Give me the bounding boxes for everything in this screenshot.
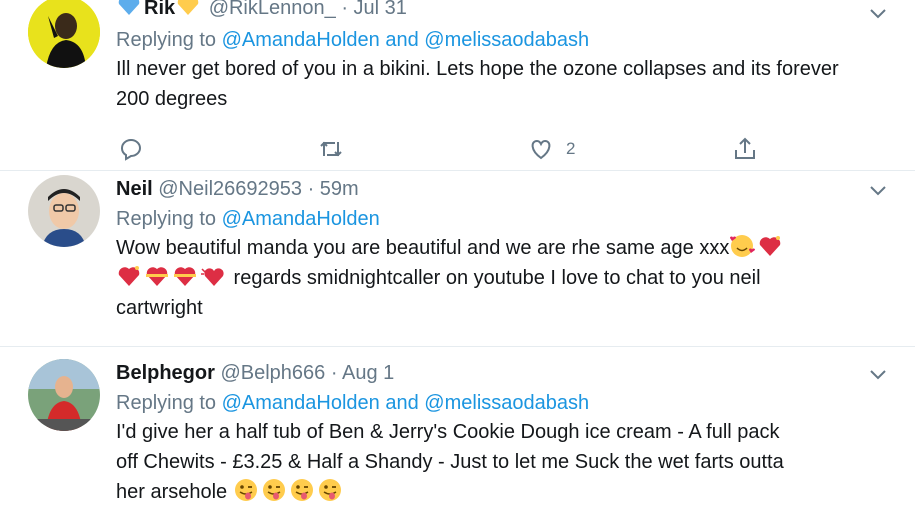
author-name[interactable]: Rik — [144, 0, 175, 19]
chevron-down-icon[interactable] — [867, 179, 889, 201]
heart-with-ribbon-icon — [146, 267, 168, 286]
timestamp[interactable]: Aug 1 — [342, 362, 394, 384]
text-line: off Chewits - £3.25 & Half a Shandy - Ju… — [116, 451, 784, 473]
text-line: Wow beautiful manda you are beautiful an… — [116, 237, 730, 259]
replying-prefix: Replying to — [116, 29, 222, 51]
heart-icon — [531, 139, 551, 160]
author-name[interactable]: Neil — [116, 178, 153, 200]
timestamp[interactable]: Jul 31 — [354, 0, 407, 19]
chevron-down-icon[interactable] — [867, 363, 889, 385]
replying-prefix: Replying to — [116, 208, 222, 230]
author-name[interactable]: Belphegor — [116, 362, 215, 384]
replying-prefix: Replying to — [116, 392, 222, 414]
mention-link[interactable]: @melissaodabash — [424, 29, 589, 51]
timestamp[interactable]: 59m — [320, 178, 359, 200]
replying-to: Replying to @AmandaHolden and @melissaod… — [116, 391, 895, 415]
winking-tongue-face-icon — [318, 479, 341, 501]
retweet-button[interactable] — [318, 134, 356, 164]
author-handle[interactable]: @Neil26692953 — [158, 178, 302, 200]
tweet-text: I'd give her a half tub of Ben & Jerry's… — [116, 417, 895, 507]
avatar[interactable] — [28, 0, 100, 68]
chevron-down-icon[interactable] — [867, 2, 889, 24]
retweet-icon — [320, 141, 342, 157]
and-word: and — [379, 29, 425, 51]
tweet-neil[interactable]: Neil @Neil26692953 · 59m Replying to @Am… — [0, 171, 915, 346]
tweet-rik[interactable]: Rik @RikLennon_ · Jul 31 Replying to @Am… — [0, 0, 915, 170]
avatar[interactable] — [28, 359, 100, 431]
blue-heart-icon — [118, 0, 140, 15]
text-line: her arsehole — [116, 481, 233, 503]
tweet-header: Rik @RikLennon_ · Jul 31 — [116, 0, 895, 20]
sparkling-heart-icon — [118, 266, 140, 286]
and-word: and — [379, 392, 425, 414]
author-handle[interactable]: @RikLennon_ — [209, 0, 336, 19]
tweet-text: Wow beautiful manda you are beautiful an… — [116, 233, 895, 323]
separator-dot: · — [330, 362, 338, 384]
mention-link[interactable]: @AmandaHolden — [222, 208, 380, 230]
text-line: cartwright — [116, 297, 203, 319]
winking-tongue-face-icon — [234, 479, 257, 501]
avatar-image — [28, 359, 100, 431]
tweet-belphegor[interactable]: Belphegor @Belph666 · Aug 1 Replying to … — [0, 347, 915, 514]
reply-button[interactable] — [118, 134, 156, 164]
beating-heart-icon — [201, 268, 224, 286]
sparkling-heart-icon — [760, 236, 781, 256]
tweet-text: Ill never get bored of you in a bikini. … — [116, 58, 839, 110]
reply-icon — [121, 139, 141, 161]
separator-dot: · — [341, 0, 348, 19]
mention-link[interactable]: @AmandaHolden — [222, 29, 380, 51]
text-line: I'd give her a half tub of Ben & Jerry's… — [116, 421, 780, 443]
winking-tongue-face-icon — [262, 479, 285, 501]
tweet-actions: 2 — [116, 134, 816, 164]
replying-to: Replying to @AmandaHolden — [116, 207, 895, 231]
author-handle[interactable]: @Belph666 — [220, 362, 325, 384]
separator-dot: · — [307, 178, 315, 200]
replying-to: Replying to @AmandaHolden and @melissaod… — [116, 28, 895, 52]
like-count: 2 — [566, 139, 576, 158]
share-button[interactable] — [732, 134, 758, 164]
avatar-image — [28, 175, 100, 247]
mention-link[interactable]: @melissaodabash — [424, 392, 589, 414]
avatar-image — [28, 0, 100, 68]
share-icon — [735, 137, 755, 159]
tweet-header: Neil @Neil26692953 · 59m — [116, 177, 895, 201]
like-button[interactable]: 2 — [528, 134, 575, 164]
tweet-header: Belphegor @Belph666 · Aug 1 — [116, 361, 895, 385]
mention-link[interactable]: @AmandaHolden — [222, 392, 380, 414]
heart-with-ribbon-icon — [174, 267, 196, 286]
avatar[interactable] — [28, 175, 100, 247]
yellow-heart-icon — [177, 0, 199, 15]
winking-tongue-face-icon — [290, 479, 313, 501]
smiling-face-with-hearts-icon — [730, 235, 756, 257]
text-line: regards smidnightcaller on youtube I lov… — [228, 267, 761, 289]
